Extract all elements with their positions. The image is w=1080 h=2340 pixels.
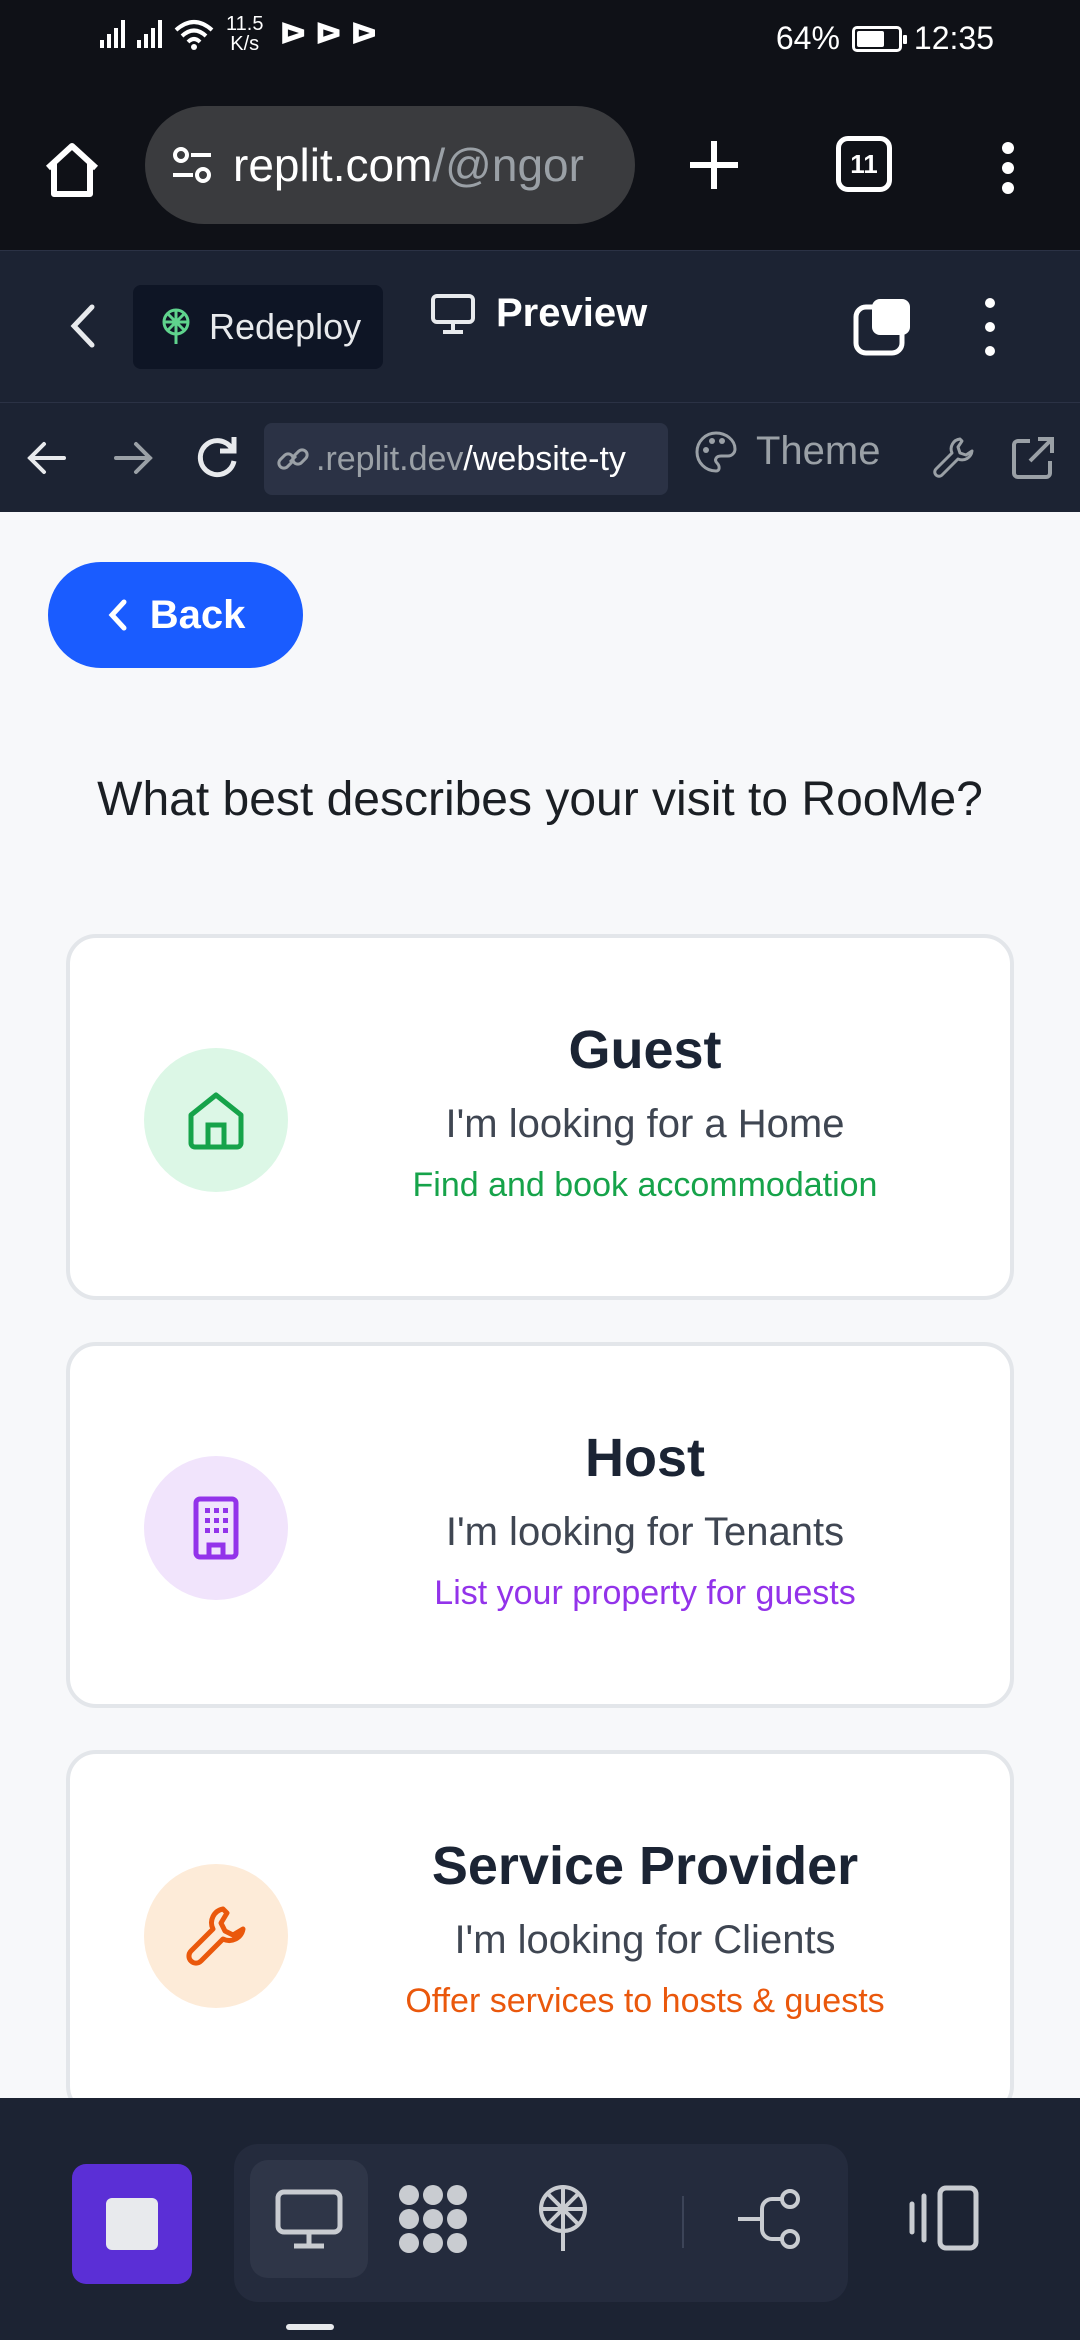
new-window-icon[interactable] [852,295,916,359]
battery-percent: 64% [775,20,840,56]
notification-icons: ᐅ ᐅ ᐅ [279,17,378,51]
link-icon [277,448,309,470]
option-icon-container [144,1456,288,1600]
new-tab-icon[interactable] [686,137,742,193]
preview-label: Preview [496,291,648,335]
tool-group [234,2144,848,2302]
option-subtitle: I'm looking for a Home [445,1102,845,1146]
chevron-left-icon[interactable] [60,301,110,351]
preview-tab[interactable]: Preview [430,291,647,336]
browser-toolbar: replit.com/@ngor 11 [0,82,1080,250]
option-description: Find and book accommodation [412,1166,878,1204]
replit-header: Redeploy Preview [0,250,1080,402]
network-speed: 11.5 K/s [226,13,264,55]
more-menu-icon[interactable] [998,140,1018,196]
chevron-left-icon [108,599,127,631]
theme-label: Theme [756,429,881,473]
option-card-guest[interactable]: Guest I'm looking for a Home Find and bo… [66,934,1014,1300]
option-card-host[interactable]: Host I'm looking for Tenants List your p… [66,1342,1014,1708]
option-subtitle: I'm looking for Tenants [445,1510,845,1554]
option-description: Offer services to hosts & guests [405,1982,885,2020]
wifi-icon [174,20,214,50]
option-card-service-provider[interactable]: Service Provider I'm looking for Clients… [66,1750,1014,2098]
signal-icon [100,20,125,48]
home-icon[interactable] [42,140,102,200]
site-settings-icon[interactable] [169,142,215,188]
theme-button[interactable]: Theme [694,429,881,474]
redeploy-button[interactable]: Redeploy [133,285,383,369]
arrow-left-icon[interactable] [22,433,72,483]
preview-tool-button[interactable] [250,2160,368,2278]
home-icon [188,1092,244,1150]
building-icon [193,1496,239,1560]
stop-button[interactable] [72,2164,192,2284]
url-bar[interactable]: replit.com/@ngor [145,106,635,224]
deploy-icon [162,308,190,344]
url-text: replit.com/@ngor [233,139,584,191]
external-link-icon[interactable] [1008,433,1058,483]
signal-icon [137,20,162,48]
preview-navbar: .replit.dev/website-ty Theme [0,402,1080,512]
option-subtitle: I'm looking for Clients [454,1918,836,1962]
option-icon-container [144,1048,288,1192]
reload-icon[interactable] [192,433,242,483]
redeploy-label: Redeploy [209,306,362,347]
more-icon[interactable] [980,295,1000,359]
tab-count: 11 [850,148,878,179]
home-indicator [286,2324,334,2330]
arrow-right-icon[interactable] [108,433,158,483]
replit-bottom-toolbar [0,2098,1080,2340]
divider [682,2196,684,2248]
branch-icon [738,2189,800,2249]
git-tool-button[interactable] [712,2160,830,2278]
clock: 12:35 [913,20,994,56]
workspace-tool-button[interactable] [374,2160,492,2278]
wrench-tool-icon[interactable] [930,433,980,483]
status-bar: 11.5 K/s ᐅ ᐅ ᐅ 64% 12:35 [0,0,1080,82]
page-title: What best describes your visit to RooMe? [97,773,983,826]
option-title: Guest [568,1020,722,1080]
monitor-icon [431,293,475,334]
deploy-icon [539,2185,587,2251]
tab-switcher-button[interactable]: 11 [836,136,892,192]
apps-grid-icon [399,2185,467,2253]
option-icon-container [144,1864,288,2008]
page-content: Back What best describes your visit to R… [0,512,1080,2098]
stop-icon [106,2198,158,2250]
wrench-icon [186,1906,246,1966]
monitor-icon [275,2189,343,2249]
panel-toggle-icon[interactable] [906,2178,986,2258]
preview-address-bar[interactable]: .replit.dev/website-ty [264,423,668,495]
palette-icon [695,430,737,473]
option-title: Service Provider [431,1836,859,1896]
back-button[interactable]: Back [48,562,303,668]
battery-icon [851,25,907,52]
back-label: Back [149,592,246,637]
option-description: List your property for guests [434,1574,856,1612]
option-title: Host [585,1428,705,1488]
deployments-tool-button[interactable] [504,2160,622,2278]
